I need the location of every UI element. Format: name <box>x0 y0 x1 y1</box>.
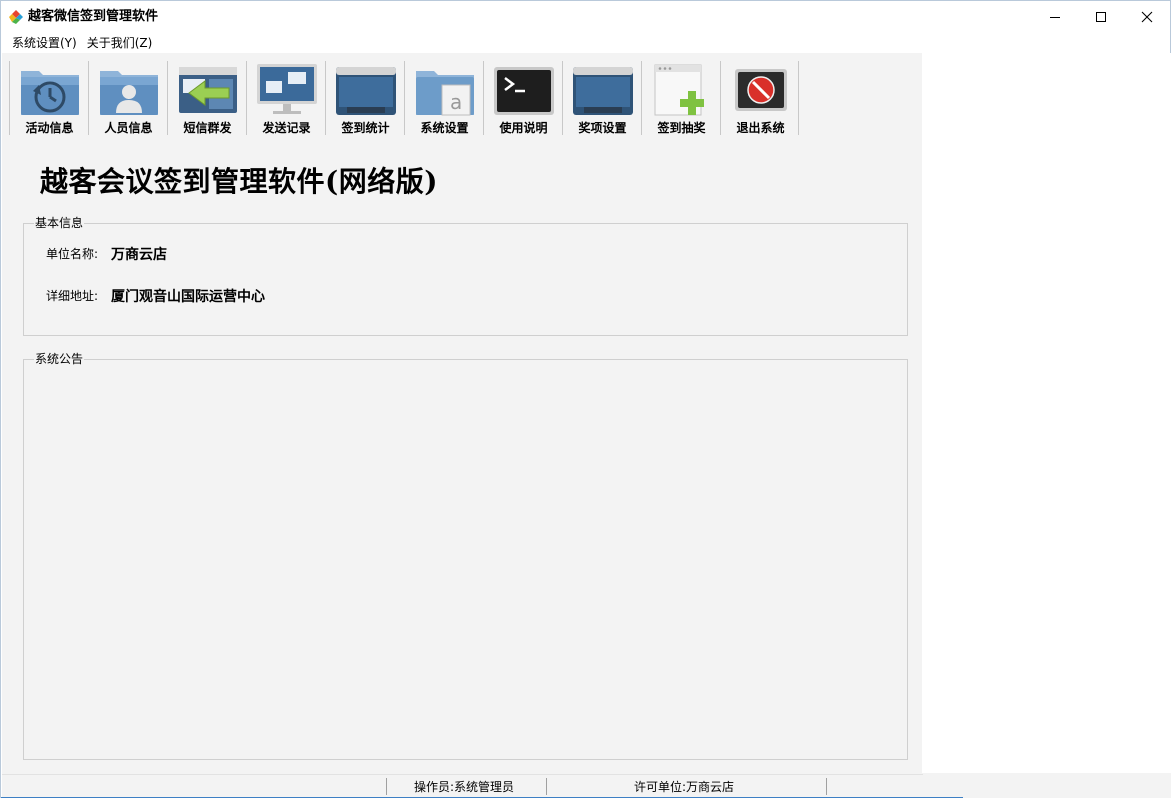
history-folder-icon <box>21 71 79 115</box>
status-operator: 操作员:系统管理员 <box>414 780 515 794</box>
close-icon <box>1141 11 1153 23</box>
basic-info-title: 基本信息 <box>34 216 85 230</box>
address-label: 详细地址: <box>46 289 99 303</box>
maximize-icon <box>1096 12 1106 22</box>
toolbar-send-records-button[interactable]: 发送记录 <box>246 61 325 135</box>
toolbar-prize-settings-button[interactable]: 奖项设置 <box>562 61 641 135</box>
stop-icon <box>735 69 787 111</box>
app-window: 越客微信签到管理软件 系统设置(Y) 关于我们(Z) 活动信息 人员信息 短信群… <box>0 0 1171 798</box>
system-notice-title: 系统公告 <box>34 352 85 366</box>
monitor-windows-icon <box>257 64 317 114</box>
dark-window-icon <box>573 67 633 115</box>
dark-window-icon <box>336 67 396 115</box>
menu-bar: 系统设置(Y) 关于我们(Z) <box>7 34 1167 52</box>
minimize-button[interactable] <box>1032 1 1078 33</box>
toolbar-checkin-lottery-button[interactable]: 签到抽奖 <box>641 61 720 135</box>
add-window-icon <box>654 64 704 116</box>
toolbar-instructions-button[interactable]: 使用说明 <box>483 61 562 135</box>
toolbar-sms-broadcast-button[interactable]: 短信群发 <box>167 61 246 135</box>
document-folder-icon: a <box>416 71 474 116</box>
sms-arrow-icon <box>179 67 237 113</box>
menu-system-settings[interactable]: 系统设置(Y) <box>7 34 82 52</box>
close-button[interactable] <box>1124 1 1170 33</box>
basic-info-group: 基本信息 单位名称: 万商云店 详细地址: 厦门观音山国际运营中心 <box>23 216 908 336</box>
page-title: 越客会议签到管理软件(网络版) <box>40 165 438 198</box>
user-folder-icon <box>100 71 158 115</box>
main-toolbar: 活动信息 人员信息 短信群发 发送记录 签到统计 a 系统设置 使用说明 奖项设… <box>9 61 799 135</box>
toolbar-label: 活动信息 <box>25 121 74 135</box>
toolbar-label: 签到统计 <box>341 121 390 135</box>
org-name-label: 单位名称: <box>46 247 99 261</box>
org-name-value: 万商云店 <box>111 247 167 263</box>
toolbar-label: 使用说明 <box>499 121 548 135</box>
empty-side-area <box>922 53 1171 773</box>
toolbar-label: 发送记录 <box>262 121 311 135</box>
svg-text:a: a <box>450 90 462 114</box>
toolbar-label: 奖项设置 <box>578 121 627 135</box>
terminal-icon <box>494 67 554 115</box>
status-license: 许可单位:万商云店 <box>634 780 735 794</box>
window-title: 越客微信签到管理软件 <box>28 9 159 24</box>
address-value: 厦门观音山国际运营中心 <box>111 289 265 305</box>
minimize-icon <box>1050 17 1060 18</box>
status-bar: 操作员:系统管理员 许可单位:万商云店 <box>2 774 923 798</box>
toolbar-label: 签到抽奖 <box>657 121 706 135</box>
status-separator <box>546 778 547 795</box>
system-notice-group: 系统公告 <box>23 352 908 760</box>
app-logo-icon <box>8 9 24 25</box>
toolbar-label: 系统设置 <box>420 121 469 135</box>
title-bar[interactable]: 越客微信签到管理软件 <box>1 1 1170 33</box>
toolbar-personnel-info-button[interactable]: 人员信息 <box>88 61 167 135</box>
toolbar-label: 短信群发 <box>183 121 232 135</box>
toolbar-system-settings-button[interactable]: a 系统设置 <box>404 61 483 135</box>
toolbar-checkin-stats-button[interactable]: 签到统计 <box>325 61 404 135</box>
menu-about-us[interactable]: 关于我们(Z) <box>82 34 158 52</box>
toolbar-exit-system-button[interactable]: 退出系统 <box>720 61 799 135</box>
toolbar-activity-info-button[interactable]: 活动信息 <box>9 61 88 135</box>
status-separator <box>826 778 827 795</box>
maximize-button[interactable] <box>1078 1 1124 33</box>
toolbar-label: 人员信息 <box>104 121 153 135</box>
status-separator <box>386 778 387 795</box>
toolbar-label: 退出系统 <box>736 121 785 135</box>
